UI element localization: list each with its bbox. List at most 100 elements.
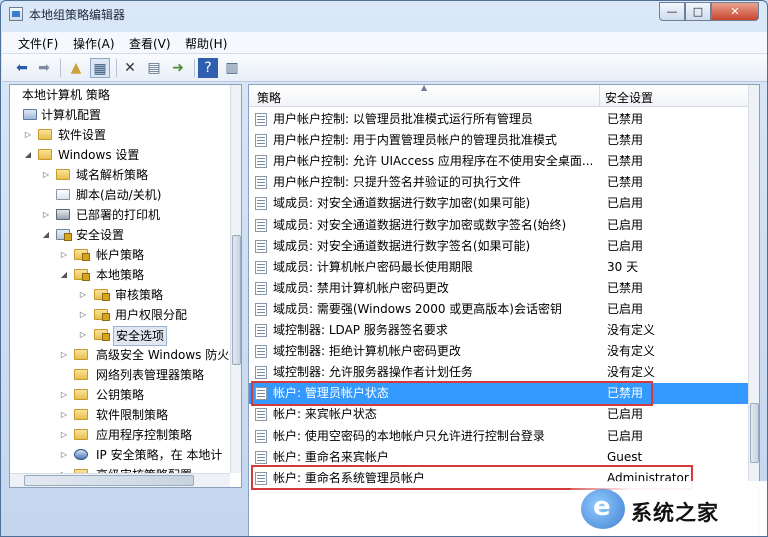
tree-item-local-policy[interactable]: 本地计算机 策略: [10, 85, 230, 105]
tree-item-public-key[interactable]: ▷ 公钥策略: [10, 385, 230, 405]
computer-icon: [23, 109, 37, 120]
tree-item-scripts[interactable]: 脚本(启动/关机): [10, 185, 230, 205]
policy-setting-icon: [255, 450, 267, 464]
tree-item-local-policies[interactable]: ◢ 本地策略: [10, 265, 230, 285]
policy-setting-icon: [255, 176, 267, 190]
tree-horizontal-scrollbar[interactable]: [10, 473, 230, 487]
tree-item-account-policies[interactable]: ▷ 帐户策略: [10, 245, 230, 265]
expand-arrow-icon[interactable]: ▷: [59, 345, 69, 365]
expand-arrow-icon[interactable]: ▷: [59, 405, 69, 425]
expand-arrow-icon[interactable]: ▷: [59, 425, 69, 445]
policy-row[interactable]: 域成员: 禁用计算机帐户密码更改 已禁用: [249, 278, 748, 299]
tree-item-computer-config[interactable]: 计算机配置: [10, 105, 230, 125]
folder-lock-icon: [94, 309, 110, 321]
policy-row[interactable]: 域成员: 对安全通道数据进行数字加密或数字签名(始终) 已启用: [249, 215, 748, 236]
expand-arrow-icon[interactable]: ▷: [41, 205, 51, 225]
tree-item-software-settings[interactable]: ▷ 软件设置: [10, 125, 230, 145]
properties-icon[interactable]: ▤: [144, 58, 164, 78]
tree-item-network-list[interactable]: 网络列表管理器策略: [10, 365, 230, 385]
expand-arrow-icon[interactable]: ▷: [78, 305, 88, 325]
policy-row[interactable]: 用户帐户控制: 用于内置管理员帐户的管理员批准模式 已禁用: [249, 130, 748, 151]
expand-arrow-icon[interactable]: ▷: [23, 125, 33, 145]
policy-value: 已启用: [607, 238, 644, 253]
tree-vertical-scrollbar[interactable]: [230, 85, 241, 473]
maximize-button[interactable]: □: [685, 2, 711, 21]
folder-icon: [74, 409, 88, 420]
policy-setting-icon: [255, 239, 267, 253]
folder-lock-icon: [94, 329, 110, 341]
tree-item-software-restriction[interactable]: ▷ 软件限制策略: [10, 405, 230, 425]
printer-icon: [56, 209, 70, 220]
collapse-arrow-icon[interactable]: ◢: [23, 145, 33, 165]
policy-setting-icon: [255, 197, 267, 211]
policy-row[interactable]: 帐户: 使用空密码的本地帐户只允许进行控制台登录 已启用: [249, 426, 748, 447]
expand-arrow-icon[interactable]: ▷: [78, 325, 88, 345]
tree-item-security-settings[interactable]: ◢ 安全设置: [10, 225, 230, 245]
policy-value: 已禁用: [607, 154, 644, 169]
expand-arrow-icon[interactable]: ▷: [59, 385, 69, 405]
expand-arrow-icon[interactable]: ▷: [78, 285, 88, 305]
menu-file[interactable]: 文件(F): [18, 35, 58, 52]
column-header-policy[interactable]: 策略: [257, 89, 281, 106]
policy-name: 域成员: 对安全通道数据进行数字签名(如果可能): [273, 238, 531, 253]
policy-setting-icon: [255, 134, 267, 148]
tree-item-name-resolution[interactable]: ▷ 域名解析策略: [10, 165, 230, 185]
close-button[interactable]: ✕: [711, 2, 759, 21]
policy-row[interactable]: 用户帐户控制: 以管理员批准模式运行所有管理员 已禁用: [249, 109, 748, 130]
policy-name: 域成员: 对安全通道数据进行数字加密或数字签名(始终): [273, 217, 567, 232]
menu-action[interactable]: 操作(A): [73, 35, 115, 52]
collapse-arrow-icon[interactable]: ◢: [59, 265, 69, 285]
policy-row[interactable]: 用户帐户控制: 允许 UIAccess 应用程序在不使用安全桌面... 已禁用: [249, 151, 748, 172]
delete-icon[interactable]: ✕: [120, 58, 140, 78]
menu-help[interactable]: 帮助(H): [185, 35, 227, 52]
folder-icon: [38, 149, 52, 160]
policy-name: 域控制器: 拒绝计算机帐户密码更改: [273, 344, 461, 359]
policy-name: 用户帐户控制: 只提升签名并验证的可执行文件: [273, 175, 521, 190]
toolbar: ⬅ ➡ ▲ ▦ ✕ ▤ ➜ ? ▥: [2, 54, 767, 82]
up-folder-icon[interactable]: ▲: [66, 58, 86, 78]
menu-view[interactable]: 查看(V): [129, 35, 171, 52]
help-icon[interactable]: ?: [198, 58, 218, 78]
list-vertical-scrollbar[interactable]: [748, 85, 759, 536]
toolbar-separator: [60, 59, 61, 77]
collapse-arrow-icon[interactable]: ◢: [41, 225, 51, 245]
export-list-icon[interactable]: ➜: [168, 58, 188, 78]
minimize-button[interactable]: —: [659, 2, 685, 21]
forward-arrow-icon[interactable]: ➡: [34, 58, 54, 78]
policy-setting-icon: [255, 345, 267, 359]
tree-item-security-options[interactable]: ▷ 安全选项: [10, 325, 230, 346]
list-header: ▲ 策略 安全设置: [249, 85, 748, 107]
column-header-setting[interactable]: 安全设置: [605, 89, 653, 106]
expand-arrow-icon[interactable]: ▷: [41, 165, 51, 185]
tree-item-ip-security[interactable]: ▷ IP 安全策略，在 本地计: [10, 445, 230, 465]
show-hide-tree-icon[interactable]: ▦: [90, 58, 110, 78]
tree-hscroll-thumb[interactable]: [24, 475, 194, 486]
expand-arrow-icon[interactable]: ▷: [59, 445, 69, 465]
policy-value: 已禁用: [607, 112, 644, 126]
policy-row[interactable]: 域控制器: 拒绝计算机帐户密码更改 没有定义: [249, 341, 748, 362]
folder-icon: [74, 369, 88, 380]
watermark: 系统之家: [571, 481, 767, 536]
list-scroll-thumb[interactable]: [750, 403, 759, 463]
ip-security-icon: [74, 449, 88, 460]
policy-row[interactable]: 域成员: 计算机帐户密码最长使用期限 30 天: [249, 257, 748, 278]
column-divider[interactable]: [599, 85, 600, 107]
policy-setting-icon: [255, 366, 267, 380]
tree-item-windows-settings[interactable]: ◢ Windows 设置: [10, 145, 230, 165]
policy-row[interactable]: 域成员: 对安全通道数据进行数字加密(如果可能) 已启用: [249, 193, 748, 214]
policy-row[interactable]: 域成员: 对安全通道数据进行数字签名(如果可能) 已启用: [249, 236, 748, 257]
back-arrow-icon[interactable]: ⬅: [12, 58, 32, 78]
tree-item-app-control[interactable]: ▷ 应用程序控制策略: [10, 425, 230, 445]
tree-scroll-thumb[interactable]: [232, 235, 241, 365]
policy-row[interactable]: 域控制器: LDAP 服务器签名要求 没有定义: [249, 320, 748, 341]
tree-item-audit-policy[interactable]: ▷ 审核策略: [10, 285, 230, 305]
policy-row[interactable]: 帐户: 来宾帐户状态 已启用: [249, 404, 748, 425]
expand-arrow-icon[interactable]: ▷: [59, 245, 69, 265]
console-view-icon[interactable]: ▥: [222, 58, 242, 78]
menu-bar: 文件(F) 操作(A) 查看(V) 帮助(H): [2, 32, 767, 54]
tree-item-printers[interactable]: ▷ 已部署的打印机: [10, 205, 230, 225]
tree-item-advanced-firewall[interactable]: ▷ 高级安全 Windows 防火: [10, 345, 230, 365]
policy-row[interactable]: 用户帐户控制: 只提升签名并验证的可执行文件 已禁用: [249, 172, 748, 193]
tree-item-user-rights[interactable]: ▷ 用户权限分配: [10, 305, 230, 325]
policy-row[interactable]: 域成员: 需要强(Windows 2000 或更高版本)会话密钥 已启用: [249, 299, 748, 320]
